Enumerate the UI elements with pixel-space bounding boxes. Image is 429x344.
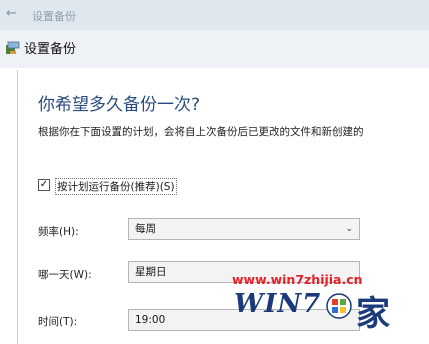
time-label: 时间(T): — [38, 316, 78, 328]
watermark-char: 家 — [356, 294, 390, 334]
windows-flag-icon — [326, 293, 352, 319]
frequency-select[interactable]: 每周 ⌄ — [128, 218, 360, 240]
schedule-checkbox[interactable]: ✓ — [38, 179, 50, 191]
frequency-label: 频率(H): — [38, 226, 79, 238]
time-value: 19:00 — [135, 314, 166, 326]
watermark-logo: WIN7 — [234, 289, 322, 319]
day-label: 哪一天(W): — [38, 269, 92, 281]
top-nav-title: 设置备份 — [32, 10, 76, 23]
page-heading: 你希望多久备份一次? — [38, 95, 201, 115]
watermark: www.win7zhijia.cn WIN7 家 — [232, 272, 422, 334]
day-value: 星期日 — [135, 266, 167, 278]
back-arrow-icon[interactable]: ← — [6, 7, 20, 21]
backup-app-icon — [6, 41, 20, 54]
frequency-value: 每周 — [135, 223, 156, 235]
schedule-checkbox-label[interactable]: 按计划运行备份(推荐)(S) — [55, 178, 177, 195]
window-title: 设置备份 — [24, 42, 77, 57]
description-text: 根据你在下面设置的计划，会将自上次备份后已更改的文件和新创建的 — [38, 126, 364, 138]
chevron-down-icon: ⌄ — [345, 224, 353, 234]
watermark-url: www.win7zhijia.cn — [232, 272, 363, 287]
